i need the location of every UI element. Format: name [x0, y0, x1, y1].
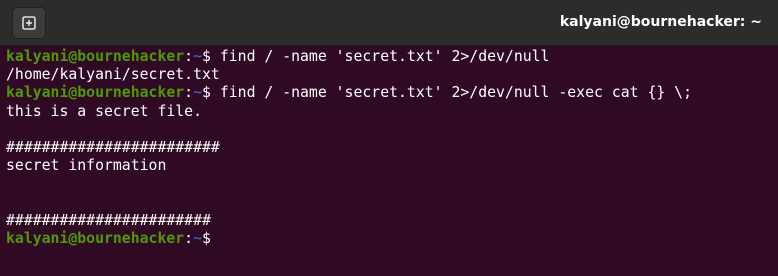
- command-text: find / -name 'secret.txt' 2>/dev/null: [219, 48, 550, 65]
- command-line: kalyani@bournehacker:~$ find / -name 'se…: [6, 84, 772, 102]
- terminal-window: kalyani@bournehacker: ~ kalyani@bourneha…: [0, 0, 778, 276]
- window-title: kalyani@bournehacker: ~: [559, 14, 762, 30]
- prompt-user-host: kalyani@bournehacker: [6, 48, 185, 65]
- prompt-separator: :: [184, 229, 194, 247]
- prompt-separator: :: [184, 48, 194, 65]
- prompt-path: ~: [193, 48, 203, 65]
- prompt-separator: :: [184, 84, 194, 102]
- output-line: secret information: [6, 157, 167, 175]
- command-line: kalyani@bournehacker:~$: [6, 230, 772, 248]
- terminal-output[interactable]: kalyani@bournehacker:~$ find / -name 'se…: [6, 48, 772, 276]
- prompt-user-host: kalyani@bournehacker: [6, 229, 185, 247]
- command-text: find / -name 'secret.txt' 2>/dev/null -e…: [219, 84, 692, 102]
- new-tab-icon: [22, 16, 36, 30]
- output-line: this is a secret file.: [6, 102, 202, 120]
- prompt-user-host: kalyani@bournehacker: [6, 84, 185, 102]
- prompt-symbol: $: [202, 229, 220, 247]
- output-line: #######################: [6, 211, 211, 229]
- output-line: ########################: [6, 138, 220, 156]
- prompt-path: ~: [193, 84, 203, 102]
- command-line: kalyani@bournehacker:~$ find / -name 'se…: [6, 48, 772, 66]
- output-line: /home/kalyani/secret.txt: [6, 66, 220, 84]
- new-tab-button[interactable]: [12, 7, 46, 39]
- prompt-symbol: $: [202, 84, 220, 102]
- prompt-path: ~: [193, 229, 203, 247]
- prompt-symbol: $: [202, 48, 220, 65]
- title-bar: kalyani@bournehacker: ~: [0, 0, 778, 46]
